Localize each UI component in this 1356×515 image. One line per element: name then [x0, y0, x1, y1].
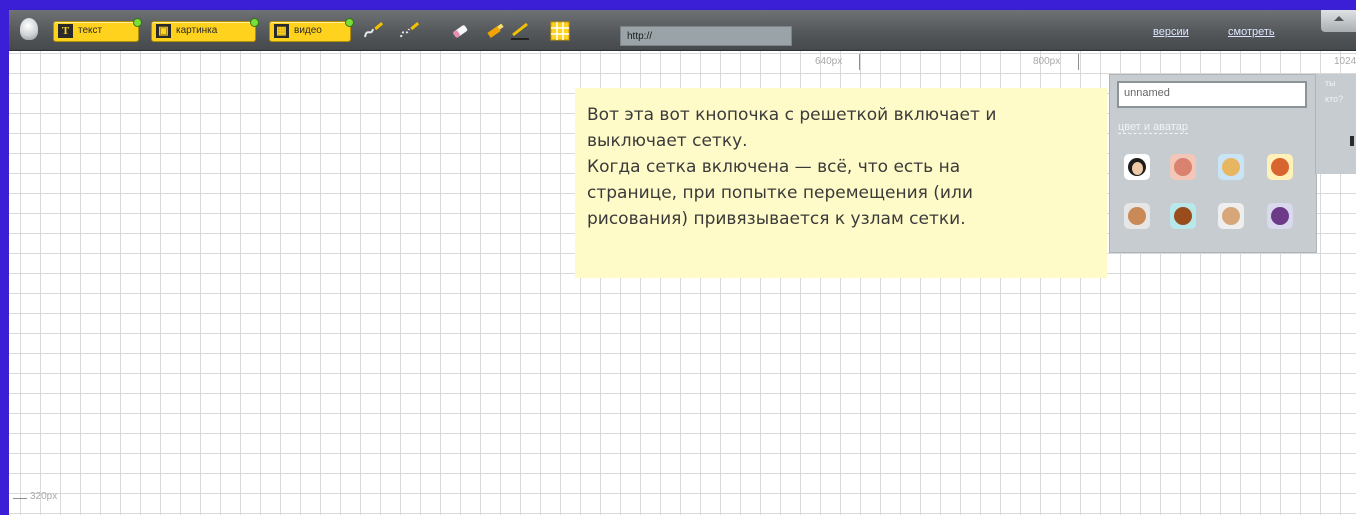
plus-badge-icon — [133, 18, 142, 27]
note-line: Когда сетка включена — всё, что есть на — [587, 157, 961, 177]
image-icon: ▣ — [156, 24, 171, 38]
face-icon — [1128, 207, 1146, 225]
avatar-option[interactable] — [1170, 154, 1196, 180]
face-icon — [1271, 158, 1289, 176]
avatar-option[interactable] — [1124, 203, 1150, 229]
who-are-you-tab[interactable]: ты кто? — [1315, 74, 1356, 174]
ruler-tick-320 — [13, 498, 27, 499]
face-icon — [1222, 207, 1240, 225]
ruler-label-1024: 1024px — [1334, 56, 1356, 67]
add-video-button[interactable]: ▦ видео — [269, 18, 354, 42]
avatar-option[interactable] — [1218, 203, 1244, 229]
avatar-option[interactable] — [1218, 154, 1244, 180]
sticky-note[interactable]: Вот эта вот кнопочка с решеткой включает… — [575, 88, 1107, 278]
ruler-label-320: 320px — [30, 491, 58, 502]
note-line: выключает сетку. — [587, 131, 748, 151]
avatar-option[interactable] — [1170, 203, 1196, 229]
pencil-draw-icon[interactable] — [363, 21, 385, 41]
grid-toggle-icon[interactable] — [549, 21, 571, 41]
eraser-icon[interactable] — [449, 21, 471, 41]
avatar-option[interactable] — [1267, 203, 1293, 229]
avatar-option[interactable] — [1124, 154, 1150, 180]
text-icon: T — [58, 24, 73, 38]
avatar-option[interactable] — [1267, 154, 1293, 180]
plus-badge-icon — [345, 18, 354, 27]
note-line: странице, при попытке перемещения (или — [587, 183, 973, 203]
face-icon — [1174, 158, 1192, 176]
ruler-label-640: 640px — [815, 56, 843, 67]
editor-window: T текст ▣ картинка ▦ видео http:// верси… — [9, 10, 1356, 515]
face-icon — [1222, 158, 1240, 176]
note-line: рисования) привязывается к узлам сетки. — [587, 209, 966, 229]
color-avatar-link[interactable]: цвет и аватар — [1118, 121, 1188, 134]
face-icon — [1174, 207, 1192, 225]
fill-bucket-icon[interactable] — [485, 21, 507, 41]
ruler-tick-640 — [859, 54, 860, 70]
user-panel: unnamed цвет и аватар — [1109, 74, 1317, 253]
expand-arrow-icon — [1350, 136, 1354, 146]
username-input[interactable]: unnamed — [1117, 81, 1307, 108]
ruler-tick-800 — [1078, 54, 1079, 70]
plus-badge-icon — [250, 18, 259, 27]
dotted-draw-icon[interactable] — [399, 21, 421, 41]
note-line: Вот эта вот кнопочка с решеткой включает… — [587, 105, 997, 125]
versions-link[interactable]: версии — [1153, 26, 1189, 38]
line-width-icon[interactable] — [509, 21, 531, 41]
url-input[interactable]: http:// — [620, 26, 792, 46]
view-link[interactable]: смотреть — [1228, 26, 1275, 38]
toolbar: T текст ▣ картинка ▦ видео http:// верси… — [9, 10, 1356, 51]
film-icon: ▦ — [274, 24, 289, 38]
lightbulb-icon[interactable] — [20, 18, 38, 40]
face-icon — [1271, 207, 1289, 225]
add-image-button[interactable]: ▣ картинка — [151, 18, 259, 42]
collapse-up-icon[interactable] — [1321, 10, 1356, 32]
ruler-label-800: 800px — [1033, 56, 1061, 67]
add-text-button[interactable]: T текст — [53, 18, 142, 42]
